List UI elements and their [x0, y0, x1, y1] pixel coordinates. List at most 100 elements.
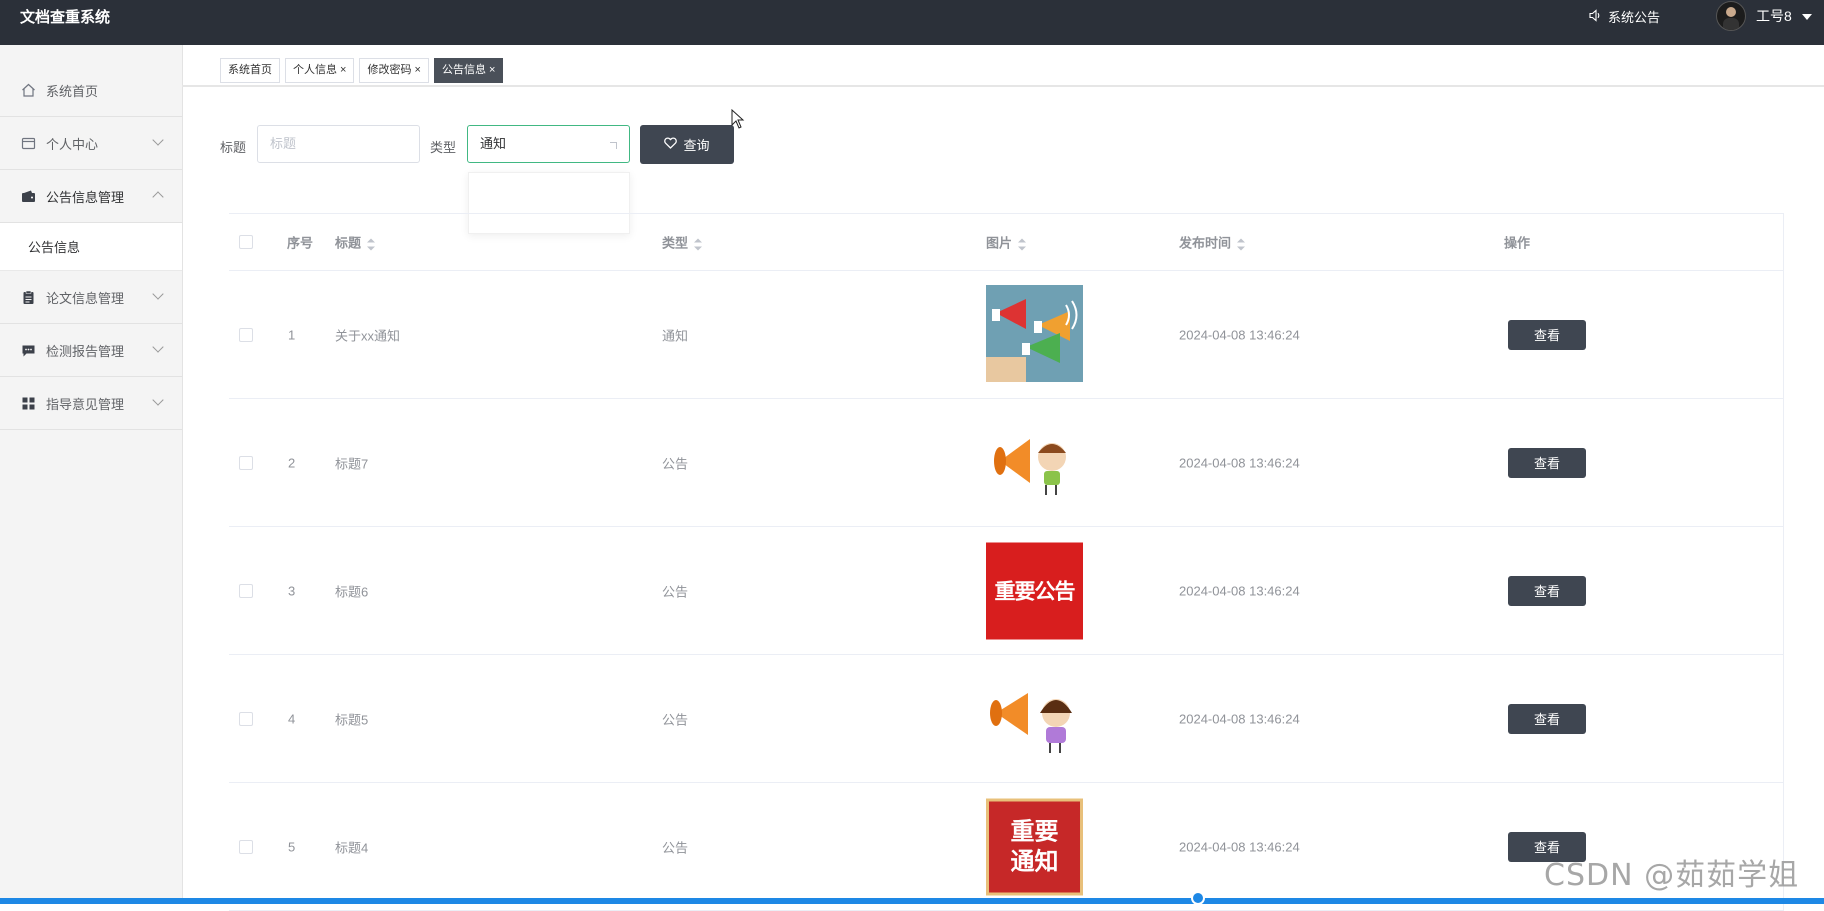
speaker-icon: [1589, 8, 1602, 25]
row-type: 公告: [662, 456, 689, 471]
row-index: 1: [288, 327, 296, 342]
card-icon: [20, 135, 36, 151]
announcement-link[interactable]: 系统公告: [1589, 7, 1660, 26]
kid-megaphone-image: [986, 412, 1083, 513]
sort-icon[interactable]: [1018, 238, 1027, 251]
row-checkbox[interactable]: [239, 839, 253, 854]
sidebar-item-label: 系统首页: [46, 83, 99, 99]
query-button[interactable]: 查询: [640, 125, 734, 164]
query-button-label: 查询: [683, 138, 710, 153]
user-menu[interactable]: 工号8: [1716, 0, 1812, 31]
row-time: 2024-04-08 13:46:24: [1179, 583, 1300, 598]
sidebar-item-guidance-management[interactable]: 指导意见管理: [0, 377, 182, 430]
mouse-cursor-icon: [731, 108, 745, 134]
important-notice-image: 重要公告: [986, 542, 1083, 639]
row-time: 2024-04-08 13:46:24: [1179, 327, 1300, 342]
row-index: 2: [288, 455, 296, 470]
row-checkbox[interactable]: [239, 711, 253, 726]
row-type: 公告: [662, 840, 689, 855]
header-action: 操作: [1504, 235, 1531, 251]
chevron-down-icon: [152, 394, 164, 406]
header-index: 序号: [287, 235, 314, 251]
sidebar-item-label: 检测报告管理: [46, 343, 125, 359]
caret-down-icon: [1801, 8, 1812, 24]
view-button[interactable]: 查看: [1508, 447, 1586, 478]
row-index: 3: [288, 583, 296, 598]
chevron-down-icon: [152, 134, 164, 146]
announcement-table: 序号 标题 类型 图片 发布时间 操作 1 关于xx通知 通知 2024-04-…: [229, 213, 1784, 911]
important-notice-text: 重要公告: [986, 542, 1083, 639]
sidebar-item-label: 公告信息管理: [46, 189, 125, 205]
header-time-label: 发布时间: [1179, 235, 1232, 251]
header-type[interactable]: 类型: [662, 233, 703, 252]
title-filter-label: 标题: [220, 140, 247, 155]
row-time: 2024-04-08 13:46:24: [1179, 455, 1300, 470]
tab-change-password[interactable]: 修改密码 ×: [359, 58, 429, 83]
table-header: 序号 标题 类型 图片 发布时间 操作: [229, 214, 1783, 271]
row-checkbox[interactable]: [239, 327, 253, 342]
sort-icon[interactable]: [1237, 238, 1246, 251]
header-title-label: 标题: [335, 235, 362, 251]
chevron-up-icon: [152, 191, 164, 203]
sort-icon[interactable]: [367, 238, 376, 251]
close-icon[interactable]: ×: [411, 64, 421, 76]
clipboard-icon: [20, 289, 36, 305]
row-checkbox[interactable]: [239, 583, 253, 598]
tab-bar: 系统首页 个人信息 × 修改密码 × 公告信息 ×: [220, 58, 504, 83]
row-type: 通知: [662, 328, 689, 343]
sidebar-item-announcement-management[interactable]: 公告信息管理: [0, 170, 182, 223]
header-title[interactable]: 标题: [335, 233, 376, 252]
type-select-value: 通知: [480, 136, 507, 151]
row-time: 2024-04-08 13:46:24: [1179, 839, 1300, 854]
sort-icon[interactable]: [694, 238, 703, 251]
tab-home[interactable]: 系统首页: [220, 58, 280, 83]
tab-personal-info[interactable]: 个人信息 ×: [285, 58, 355, 83]
type-select[interactable]: 通知: [467, 125, 630, 163]
scrollbar-handle[interactable]: [1191, 891, 1205, 905]
chevron-down-icon: [152, 288, 164, 300]
row-index: 4: [288, 711, 296, 726]
grid-icon: [20, 395, 36, 411]
row-index: 5: [288, 839, 296, 854]
row-checkbox[interactable]: [239, 455, 253, 470]
tab-label: 公告信息: [441, 64, 486, 76]
close-icon[interactable]: ×: [337, 64, 346, 76]
view-button[interactable]: 查看: [1508, 575, 1586, 606]
home-icon: [20, 82, 36, 98]
header-type-label: 类型: [662, 235, 689, 251]
header-time[interactable]: 发布时间: [1179, 233, 1246, 252]
avatar: [1716, 0, 1746, 31]
header-image[interactable]: 图片: [986, 233, 1027, 252]
user-name: 工号8: [1756, 7, 1792, 24]
heart-icon: [664, 137, 678, 152]
horizontal-scrollbar[interactable]: [0, 898, 1824, 904]
tab-announcement-info[interactable]: 公告信息 ×: [433, 58, 504, 83]
megaphones-image: [986, 284, 1083, 385]
sidebar-subitem-announcement-info[interactable]: 公告信息: [0, 223, 182, 271]
chat-icon: [20, 342, 36, 358]
chevron-up-icon: [610, 142, 617, 149]
title-search-input[interactable]: 标题: [257, 125, 420, 163]
table-row: 2 标题7 公告 2024-04-08 13:46:24 查看: [229, 399, 1783, 527]
tab-label: 修改密码: [367, 64, 412, 76]
dropdown-option[interactable]: [469, 191, 629, 203]
close-icon[interactable]: ×: [486, 64, 495, 76]
sidebar-item-home[interactable]: 系统首页: [0, 64, 182, 117]
sidebar-item-paper-management[interactable]: 论文信息管理: [0, 271, 182, 324]
sidebar-item-label: 指导意见管理: [46, 396, 125, 412]
notification-text-line-2: 通知: [1010, 847, 1059, 876]
sidebar: 系统首页 个人中心 公告信息管理 公告信息 论文信息管理 检测报告管理 指导意见…: [0, 45, 183, 904]
type-filter-label: 类型: [430, 140, 457, 155]
sidebar-item-personal-center[interactable]: 个人中心: [0, 117, 182, 170]
tab-label: 系统首页: [228, 64, 272, 76]
select-all-checkbox[interactable]: [239, 235, 253, 249]
row-type: 公告: [662, 712, 689, 727]
view-button[interactable]: 查看: [1508, 319, 1586, 350]
dropdown-option[interactable]: [469, 179, 629, 191]
tab-divider: [182, 85, 1824, 87]
row-time: 2024-04-08 13:46:24: [1179, 711, 1300, 726]
view-button[interactable]: 查看: [1508, 703, 1586, 734]
table-row: 1 关于xx通知 通知 2024-04-08 13:46:24 查看: [229, 271, 1783, 399]
sidebar-item-label: 个人中心: [46, 136, 99, 152]
sidebar-item-report-management[interactable]: 检测报告管理: [0, 324, 182, 377]
